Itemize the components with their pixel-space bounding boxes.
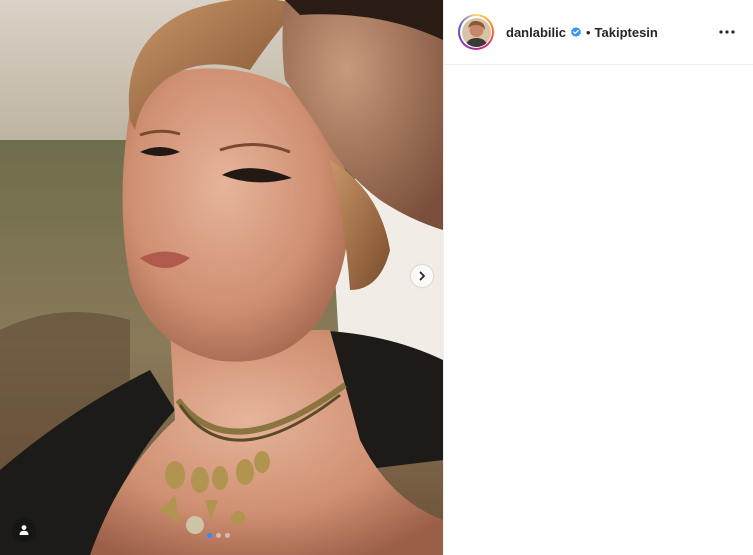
carousel-indicator — [207, 533, 230, 538]
chevron-right-icon — [419, 271, 425, 281]
post-media[interactable] — [0, 0, 443, 555]
post-photo — [0, 0, 443, 555]
verified-badge-icon — [570, 26, 582, 38]
post-side-panel: danlabilic • Takiptesin — [443, 0, 753, 555]
carousel-dot — [225, 533, 230, 538]
carousel-dot-active — [207, 533, 212, 538]
follow-status[interactable]: Takiptesin — [595, 25, 658, 40]
author-username[interactable]: danlabilic — [506, 25, 566, 40]
next-slide-button[interactable] — [411, 265, 433, 287]
avatar-image — [461, 17, 491, 47]
tagged-users-button[interactable] — [12, 518, 36, 542]
avatar-border — [460, 16, 492, 48]
carousel-dot — [216, 533, 221, 538]
post-header: danlabilic • Takiptesin — [444, 0, 753, 65]
more-options-icon — [719, 30, 735, 34]
more-options-button[interactable] — [715, 20, 739, 44]
instagram-post: danlabilic • Takiptesin — [0, 0, 753, 555]
avatar-story-ring[interactable] — [458, 14, 494, 50]
avatar — [461, 17, 491, 47]
user-tag-icon — [19, 525, 29, 535]
author-line: danlabilic • Takiptesin — [506, 25, 658, 40]
separator-dot: • — [585, 24, 591, 40]
